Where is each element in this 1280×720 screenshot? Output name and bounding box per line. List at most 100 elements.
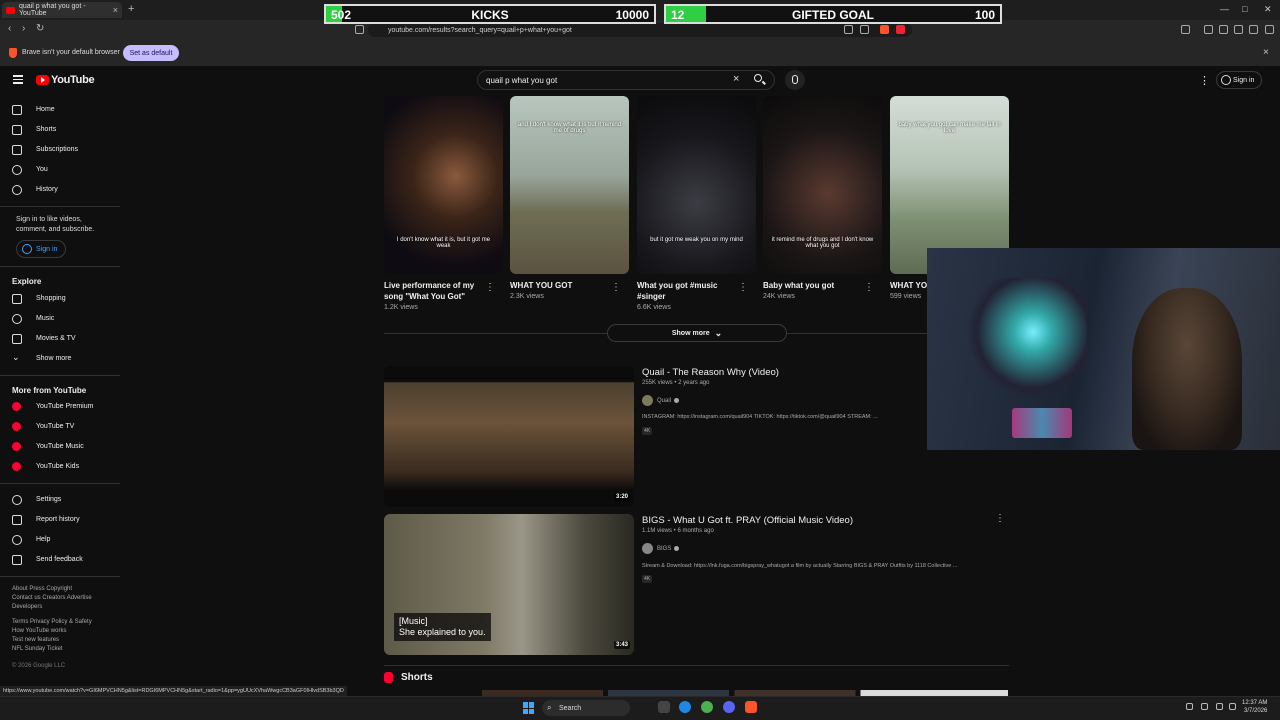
sidebar-item-report-history[interactable]: Report history (0, 510, 120, 530)
edge-icon[interactable] (679, 701, 691, 713)
sidebar-item-send-feedback[interactable]: Send feedback (0, 550, 120, 570)
movies-icon (12, 334, 22, 344)
sidebar-item-shopping[interactable]: Shopping (0, 289, 120, 309)
wallet-icon[interactable] (1219, 25, 1228, 34)
short-title[interactable]: Live performance of my song "What You Go… (384, 280, 484, 302)
windows-start-icon[interactable] (523, 702, 535, 714)
sidebar-sign-in-label: Sign in (36, 245, 58, 253)
short-title[interactable]: Baby what you got (763, 280, 863, 291)
kicks-label: KICKS (471, 8, 509, 22)
video-meta: 1.1M views • 6 months ago (642, 528, 714, 534)
taskbar-search-label: Search (559, 704, 582, 712)
brave-icon[interactable] (745, 701, 757, 713)
forward-icon[interactable]: › (22, 23, 25, 34)
volume-icon[interactable] (1229, 703, 1236, 710)
footer-links[interactable]: Contact us Creators Advertise (12, 595, 92, 601)
back-icon[interactable]: ‹ (8, 23, 11, 34)
short-title[interactable]: WHAT YOU GOT (510, 280, 610, 291)
more-options-icon[interactable]: ⋮ (611, 282, 621, 293)
browser-tab[interactable]: quail p what you got - YouTube × (2, 2, 122, 18)
sidebar-item-youtube-premium[interactable]: YouTube Premium (0, 397, 120, 417)
footer-links[interactable]: Terms Privacy Policy & Safety (12, 619, 92, 625)
video-thumbnail[interactable]: [Music] She explained to you. 3:43 (384, 514, 634, 655)
footer-links[interactable]: NFL Sunday Ticket (12, 646, 62, 652)
sidebar-icon[interactable] (1204, 25, 1213, 34)
channel-link[interactable]: BIGS (642, 543, 680, 554)
clear-search-icon[interactable]: × (733, 73, 739, 85)
discord-icon[interactable] (723, 701, 735, 713)
network-icon[interactable] (1216, 703, 1223, 710)
search-icon[interactable] (752, 72, 768, 88)
maximize-icon[interactable]: □ (1242, 4, 1247, 14)
short-card[interactable]: I don't know what it is, but it got me w… (384, 96, 503, 311)
bookmark-icon[interactable] (355, 25, 364, 34)
mic-tray-icon[interactable] (1201, 703, 1208, 710)
youtube-logo-icon[interactable] (36, 75, 49, 85)
task-view-icon[interactable] (658, 701, 670, 713)
short-title[interactable]: What you got #music #singer (637, 280, 737, 302)
sidebar-item-youtube-tv[interactable]: YouTube TV (0, 417, 120, 437)
show-more-button[interactable]: Show more ⌄ (607, 324, 787, 342)
sidebar-item-youtube-music[interactable]: YouTube Music (0, 437, 120, 457)
sidebar-item-movies[interactable]: Movies & TV (0, 329, 120, 349)
short-card[interactable]: and I don't know what it is but it remin… (510, 96, 629, 300)
sidebar-item-home[interactable]: Home (0, 100, 120, 120)
address-bar[interactable]: youtube.com/results?search_query=quail+p… (368, 23, 912, 37)
tray-chevron-icon[interactable] (1186, 703, 1193, 710)
infobar-close-icon[interactable]: × (1263, 47, 1269, 58)
set-default-button[interactable]: Set as default (123, 45, 179, 61)
streamer (1132, 288, 1242, 450)
brave-rewards-icon[interactable] (896, 25, 905, 34)
search-input[interactable]: quail p what you got (477, 70, 775, 90)
screenshot-icon[interactable] (860, 25, 869, 34)
more-options-icon[interactable]: ⋮ (864, 282, 874, 293)
sidebar-sign-in-button[interactable]: Sign in (16, 240, 66, 258)
sidebar-item-you[interactable]: You (0, 160, 120, 180)
vpn-icon[interactable] (1249, 25, 1258, 34)
short-card[interactable]: it remind me of drugs and I don't know w… (763, 96, 882, 300)
reload-icon[interactable]: ↻ (36, 23, 44, 34)
footer-links[interactable]: Test new features (12, 637, 59, 643)
more-options-icon[interactable]: ⋮ (995, 513, 1005, 524)
video-title[interactable]: BIGS - What U Got ft. PRAY (Official Mus… (642, 515, 853, 526)
settings-kebab-icon[interactable]: ⋮ (1199, 74, 1210, 87)
new-tab-button[interactable]: + (128, 3, 134, 15)
chrome-icon[interactable] (701, 701, 713, 713)
sidebar-item-history[interactable]: History (0, 180, 120, 200)
taskbar-clock[interactable]: 12:37 AM 3/7/2026 (1242, 699, 1267, 715)
microphone-icon[interactable] (785, 70, 805, 90)
footer-links[interactable]: About Press Copyright (12, 586, 72, 592)
sidebar-item-show-more[interactable]: ⌄ Show more (0, 349, 120, 369)
sidebar-item-settings[interactable]: Settings (0, 490, 120, 510)
more-options-icon[interactable]: ⋮ (485, 282, 495, 293)
sidebar-label: Shorts (36, 126, 57, 133)
more-options-icon[interactable]: ⋮ (738, 282, 748, 293)
sidebar-item-youtube-kids[interactable]: YouTube Kids (0, 457, 120, 477)
sidebar-item-music[interactable]: Music (0, 309, 120, 329)
short-card[interactable]: but it got me weak you on my mind What y… (637, 96, 756, 311)
extensions-icon[interactable] (1181, 25, 1190, 34)
channel-link[interactable]: Quail (642, 395, 680, 406)
footer-links[interactable]: Developers (12, 604, 42, 610)
short-thumbnail[interactable]: it remind me of drugs and I don't know w… (763, 96, 882, 274)
short-thumbnail[interactable]: but it got me weak you on my mind (637, 96, 756, 274)
leo-icon[interactable] (1234, 25, 1243, 34)
window-close-icon[interactable]: ✕ (1264, 4, 1272, 15)
browser-menu-icon[interactable] (1265, 25, 1274, 34)
video-thumbnail[interactable]: 3:20 (384, 366, 634, 507)
sidebar-item-shorts[interactable]: Shorts (0, 120, 120, 140)
short-thumbnail[interactable]: and I don't know what it is but it remin… (510, 96, 629, 274)
share-icon[interactable] (844, 25, 853, 34)
minimize-icon[interactable]: — (1220, 4, 1229, 14)
brave-shields-icon[interactable] (880, 25, 889, 34)
youtube-wordmark[interactable]: YouTube (51, 74, 95, 86)
short-thumbnail[interactable]: I don't know what it is, but it got me w… (384, 96, 503, 274)
video-title[interactable]: Quail - The Reason Why (Video) (642, 367, 779, 378)
tab-close-icon[interactable]: × (113, 5, 118, 15)
sidebar-item-subscriptions[interactable]: Subscriptions (0, 140, 120, 160)
hamburger-menu-icon[interactable] (13, 75, 23, 84)
sidebar-item-help[interactable]: Help (0, 530, 120, 550)
taskbar-search[interactable]: ⌕ Search (542, 700, 630, 716)
sign-in-button[interactable]: Sign in (1216, 71, 1262, 89)
footer-links[interactable]: How YouTube works (12, 628, 66, 634)
